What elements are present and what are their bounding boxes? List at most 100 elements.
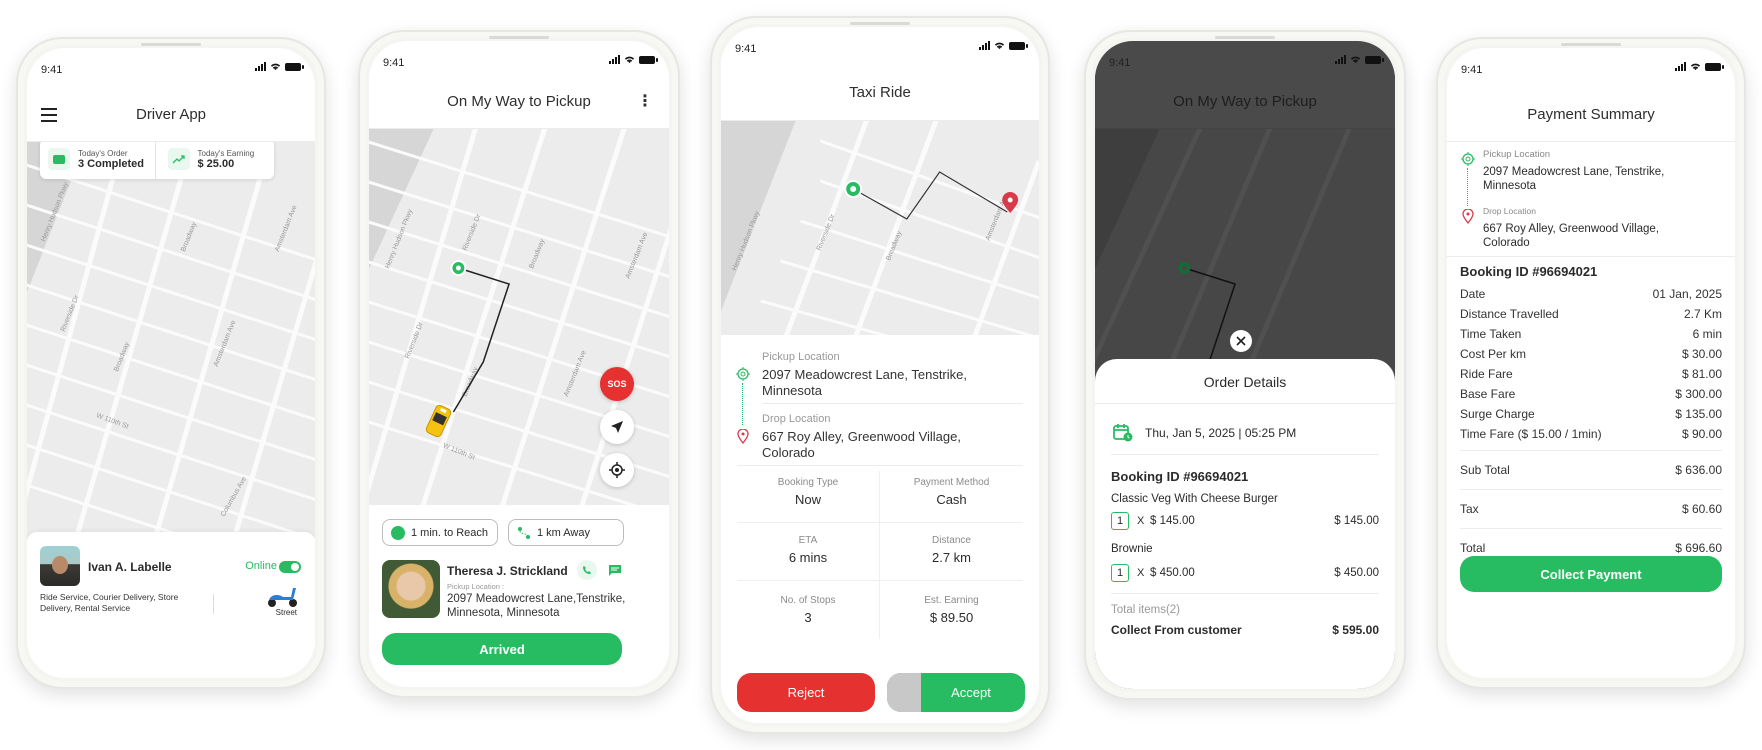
row-value: $ 90.00 — [1681, 427, 1722, 441]
detail-cell: Payment Method Cash — [880, 471, 1023, 523]
navigate-button[interactable] — [600, 410, 634, 444]
sos-label: SOS — [607, 379, 627, 389]
phone-order-details: 9:41 On My Way to Pickup Order Details T… — [1084, 30, 1406, 700]
item-name: Brownie — [1111, 543, 1153, 555]
drop-location-icon — [737, 429, 749, 444]
battery-icon — [1009, 41, 1028, 50]
eta-chip: 1 min. to Reach — [382, 519, 498, 546]
map-background: Henry Hudson Pkwy Riverside Dr Broadway … — [27, 142, 315, 562]
close-sheet-button[interactable] — [1230, 330, 1252, 352]
screen: 9:41 On My Way to Pickup Order Details T… — [1095, 41, 1395, 689]
sos-button[interactable]: SOS — [600, 367, 634, 401]
trending-up-icon — [167, 148, 190, 170]
item-total: $ 450.00 — [1334, 567, 1379, 579]
booking-id: Booking ID #96694021 — [1460, 264, 1598, 279]
phone-icon — [583, 566, 591, 574]
distance-chip: 1 km Away — [508, 519, 624, 546]
detail-label: Payment Method — [913, 477, 990, 488]
map-background: Henry Hudson Pkwy Riverside Dr Riverside… — [369, 129, 669, 505]
detail-value: $ 89.50 — [929, 610, 974, 625]
detail-label: Est. Earning — [924, 595, 979, 606]
multiply-sign: X — [1137, 567, 1145, 579]
page-title: Driver App — [135, 106, 207, 123]
app-header: Driver App — [27, 88, 315, 142]
recenter-button[interactable] — [600, 453, 634, 487]
sub-total-row: Sub Total $ 636.00 — [1460, 451, 1722, 489]
wifi-icon — [1350, 56, 1361, 64]
fare-rows: Date 01 Jan, 2025 Distance Travelled 2.7 Km… — [1460, 284, 1722, 444]
tax-row: Tax $ 60.60 — [1460, 490, 1722, 528]
more-options-icon[interactable]: ⋮ — [637, 94, 653, 110]
status-time: 9:41 — [735, 43, 757, 55]
row-value: $ 696.60 — [1675, 541, 1722, 555]
signal-icon — [979, 41, 990, 50]
close-icon — [1236, 336, 1246, 346]
row-value: 2.7 Km — [1683, 307, 1722, 321]
street-label: Amsterdam Ave — [563, 349, 588, 397]
pickup-location-icon — [1461, 152, 1475, 166]
signal-icon — [1335, 55, 1346, 64]
call-button[interactable] — [577, 560, 597, 580]
drop-address: 667 Roy Alley, Greenwood Village, Colora… — [1483, 223, 1660, 249]
detail-value: Cash — [936, 492, 967, 507]
detail-label: Distance — [932, 535, 971, 546]
stat-value: $ 25.00 — [197, 157, 235, 170]
stat-label: Today's Earning — [197, 148, 255, 158]
slider-handle[interactable] — [887, 673, 921, 712]
street-label: W 110th St — [442, 442, 476, 461]
divider — [1447, 256, 1735, 257]
collect-payment-button[interactable]: Collect Payment — [1460, 556, 1722, 592]
accept-slider[interactable]: Accept — [887, 673, 1025, 712]
row-label: Ride Fare — [1460, 367, 1513, 381]
map-view[interactable]: Henry Hudson Pkwy Riverside Dr Broadway … — [27, 142, 315, 562]
drop-label: Drop Location — [762, 413, 831, 425]
crosshair-icon — [609, 462, 625, 478]
menu-icon[interactable] — [41, 108, 57, 122]
reject-button[interactable]: Reject — [737, 673, 875, 712]
notch — [1215, 36, 1275, 39]
multiply-sign: X — [1137, 515, 1145, 527]
signal-icon — [609, 55, 620, 64]
row-value: 01 Jan, 2025 — [1652, 287, 1722, 301]
fare-row: Time Fare ($ 15.00 / 1min) $ 90.00 — [1460, 424, 1722, 444]
chip-label: 1 min. to Reach — [411, 526, 489, 539]
street-label: Broadway — [528, 238, 546, 270]
fare-row: Ride Fare $ 81.00 — [1460, 364, 1722, 384]
stat-value: 3 Completed — [78, 157, 145, 170]
app-header: On My Way to Pickup ⋮ — [369, 75, 669, 129]
drop-location-icon — [1462, 209, 1474, 224]
pickup-label: Pickup Location : — [447, 582, 505, 591]
detail-value: 3 — [804, 610, 812, 625]
fare-row: Surge Charge $ 135.00 — [1460, 404, 1722, 424]
online-toggle[interactable] — [279, 561, 301, 573]
collect-label: Collect From customer — [1111, 623, 1242, 637]
fare-row: Cost Per km $ 30.00 — [1460, 344, 1722, 364]
map-view[interactable]: Henry Hudson Pkwy Riverside Dr Broadway … — [721, 121, 1039, 335]
ride-details: Pickup Location 2097 Meadowcrest Lane, T… — [721, 335, 1039, 723]
bottom-panel: 1 min. to Reach 1 km Away Theresa J. Str… — [369, 505, 669, 687]
item-total: $ 145.00 — [1334, 515, 1379, 527]
status-time: 9:41 — [1109, 57, 1131, 69]
status-bar: 9:41 — [721, 27, 1039, 67]
today-order-stat: Today's Order 3 Completed — [40, 139, 156, 179]
status-time: 9:41 — [383, 57, 405, 69]
detail-value: Now — [794, 492, 821, 507]
message-button[interactable] — [605, 560, 625, 580]
collect-value: $ 595.00 — [1332, 623, 1379, 637]
arrived-button[interactable]: Arrived — [382, 633, 622, 665]
detail-cell: No. of Stops 3 — [737, 581, 880, 639]
street-label: Broadway — [180, 221, 198, 253]
row-label: Distance Travelled — [1460, 307, 1559, 321]
map-view[interactable]: Henry Hudson Pkwy Riverside Dr Riverside… — [369, 129, 669, 505]
route-connector — [1467, 168, 1468, 206]
row-label: Date — [1460, 287, 1486, 301]
battery-icon — [1705, 62, 1724, 71]
vehicle-type: Street — [275, 608, 297, 617]
item-qty: 1 — [1111, 564, 1129, 582]
app-header: On My Way to Pickup — [1095, 75, 1395, 129]
map-background: Henry Hudson Pkwy Riverside Dr Broadway … — [721, 121, 1039, 335]
pickup-address: 2097 Meadowcrest Lane, Tenstrike, Minnes… — [1483, 166, 1665, 192]
battery-icon — [1365, 55, 1384, 64]
row-label: Tax — [1460, 502, 1479, 516]
wifi-icon — [994, 42, 1005, 50]
